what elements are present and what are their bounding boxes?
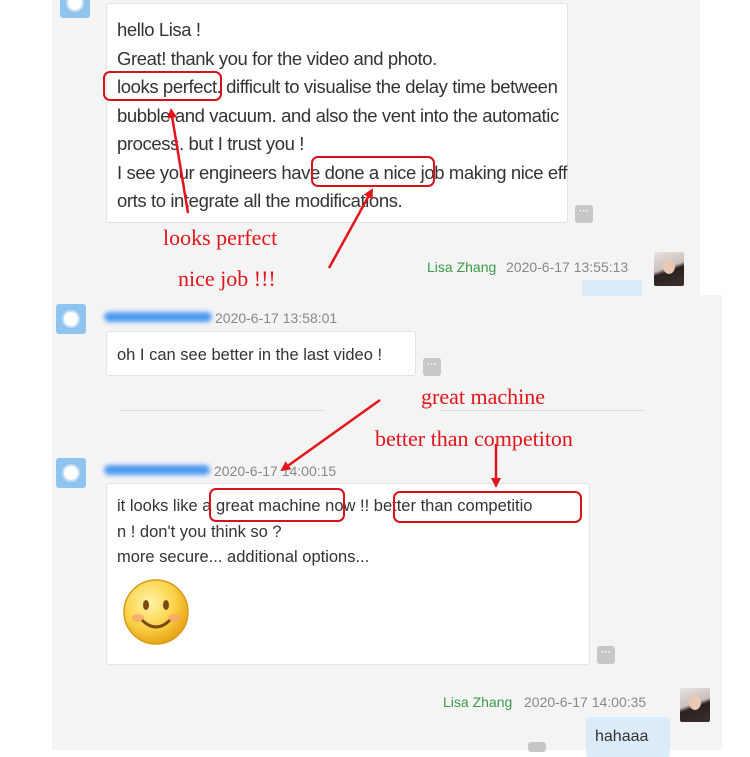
more-options-button[interactable]: ··· <box>597 646 615 664</box>
contact-avatar[interactable] <box>60 0 90 18</box>
outgoing-bubble-edge <box>582 280 642 296</box>
message-text: hahaaa <box>595 728 649 745</box>
outgoing-message-bubble[interactable]: hahaaa <box>586 717 670 757</box>
message-timestamp: 2020-6-17 13:58:01 <box>215 310 338 326</box>
lisa-avatar[interactable] <box>680 688 710 722</box>
annotation-nice-job: nice job !!! <box>178 266 276 291</box>
lisa-avatar[interactable] <box>654 252 684 286</box>
message-timestamp: 2020-6-17 14:00:35 <box>524 694 647 710</box>
message-text: oh I can see better in the last video ! <box>117 346 383 364</box>
annotation-better-than-competition: better than competiton <box>375 426 573 451</box>
sender-name: Lisa Zhang <box>427 259 497 275</box>
highlight-box-great-machine <box>209 488 345 522</box>
message-line: Great! thank you for the video and photo… <box>117 47 437 69</box>
more-options-button[interactable]: ··· <box>423 358 441 376</box>
sender-name: Lisa Zhang <box>443 694 513 710</box>
cloud-icon <box>62 464 80 482</box>
message-line: hello Lisa ! <box>117 19 201 40</box>
highlight-box-nice-job <box>311 156 435 187</box>
message-line: orts to integrate all the modifications. <box>117 190 403 211</box>
annotation-looks-perfect: looks perfect <box>163 225 278 250</box>
message-line: bubble and vacuum. and also the vent int… <box>117 104 559 126</box>
message-line: process. but I trust you ! <box>117 133 305 154</box>
read-status-icon <box>528 742 546 752</box>
message-line: n ! don't you think so ? <box>117 522 282 541</box>
message-timestamp: 2020-6-17 14:00:15 <box>214 463 337 479</box>
message-bubble-1[interactable]: hello Lisa ! Great! thank you for the vi… <box>106 3 568 223</box>
highlight-box-looks-perfect <box>103 71 222 101</box>
highlight-box-better-than-competition <box>393 491 582 523</box>
message-line: more secure... additional options... <box>117 548 370 566</box>
time-divider-line <box>120 410 325 411</box>
message-timestamp: 2020-6-17 13:55:13 <box>506 259 629 275</box>
smiley-emoji-icon <box>123 578 189 645</box>
contact-avatar[interactable] <box>56 304 86 334</box>
blurred-sender-name <box>104 465 210 475</box>
annotation-great-machine: great machine <box>421 384 545 409</box>
cloud-icon <box>66 0 84 12</box>
cloud-icon <box>62 310 80 328</box>
contact-avatar[interactable] <box>56 458 86 488</box>
blurred-sender-name <box>104 312 212 322</box>
more-options-button[interactable]: ··· <box>575 205 593 223</box>
message-bubble-2[interactable]: oh I can see better in the last video ! <box>106 331 416 376</box>
time-divider-line <box>440 410 645 411</box>
